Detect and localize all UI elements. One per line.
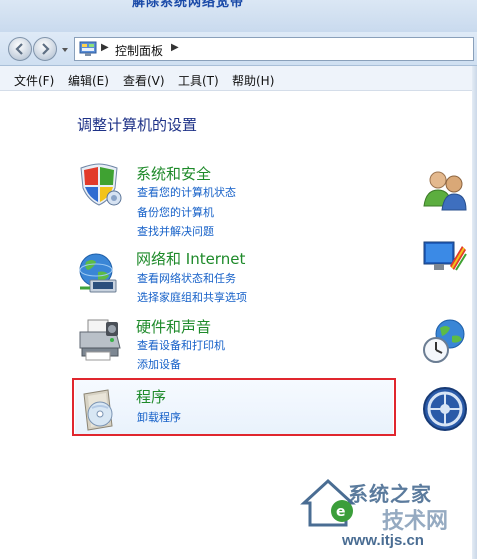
cutoff-text: 解除系统网络宽带 xyxy=(132,0,245,10)
link-add-device[interactable]: 添加设备 xyxy=(137,356,181,372)
breadcrumb-expand-icon[interactable]: ▶ xyxy=(171,42,179,53)
menu-tools[interactable]: 工具(T) xyxy=(178,72,219,89)
menu-bar: 文件(F) 编辑(E) 查看(V) 工具(T) 帮助(H) xyxy=(0,66,477,91)
ease-of-access-icon[interactable] xyxy=(422,386,468,432)
breadcrumb-separator-icon[interactable]: ▶ xyxy=(101,42,109,53)
link-network-status[interactable]: 查看网络状态和任务 xyxy=(137,270,236,286)
link-devices-printers[interactable]: 查看设备和打印机 xyxy=(137,337,225,353)
category-network-internet[interactable]: 网络和 Internet xyxy=(136,248,245,269)
user-accounts-icon[interactable] xyxy=(422,166,468,212)
category-system-security[interactable]: 系统和安全 xyxy=(136,163,211,184)
page-title: 调整计算机的设置 xyxy=(77,116,198,134)
forward-button[interactable] xyxy=(33,37,57,61)
link-homegroup-sharing[interactable]: 选择家庭组和共享选项 xyxy=(137,289,247,305)
control-panel-icon xyxy=(79,41,97,56)
watermark-url: www.itjs.cn xyxy=(342,532,424,549)
category-hardware-sound[interactable]: 硬件和声音 xyxy=(136,316,211,337)
arrow-left-icon xyxy=(15,43,23,55)
highlight-annotation-box xyxy=(72,378,396,436)
window-scroll-edge xyxy=(472,66,477,559)
network-globe-icon[interactable] xyxy=(76,250,122,296)
watermark-line2: 技术网 xyxy=(382,509,449,534)
link-backup-computer[interactable]: 备份您的计算机 xyxy=(137,204,214,220)
svg-text:e: e xyxy=(336,504,346,520)
clock-globe-icon[interactable] xyxy=(422,318,468,364)
arrow-right-icon xyxy=(42,43,50,55)
recent-pages-dropdown[interactable] xyxy=(61,46,69,54)
link-view-computer-status[interactable]: 查看您的计算机状态 xyxy=(137,184,236,200)
shield-icon[interactable] xyxy=(76,162,122,208)
breadcrumb-control-panel[interactable]: 控制面板 xyxy=(115,42,163,59)
printer-icon[interactable] xyxy=(76,318,122,364)
link-troubleshoot[interactable]: 查找并解决问题 xyxy=(137,223,214,239)
menu-help[interactable]: 帮助(H) xyxy=(232,72,274,89)
navigation-bar: ▶ 控制面板 ▶ xyxy=(0,32,477,66)
menu-view[interactable]: 查看(V) xyxy=(123,72,165,89)
appearance-icon[interactable] xyxy=(422,236,468,282)
title-strip: 解除系统网络宽带 xyxy=(0,0,477,32)
menu-edit[interactable]: 编辑(E) xyxy=(68,72,109,89)
menu-file[interactable]: 文件(F) xyxy=(14,72,54,89)
back-button[interactable] xyxy=(8,37,32,61)
address-bar[interactable]: ▶ 控制面板 ▶ xyxy=(74,37,474,61)
